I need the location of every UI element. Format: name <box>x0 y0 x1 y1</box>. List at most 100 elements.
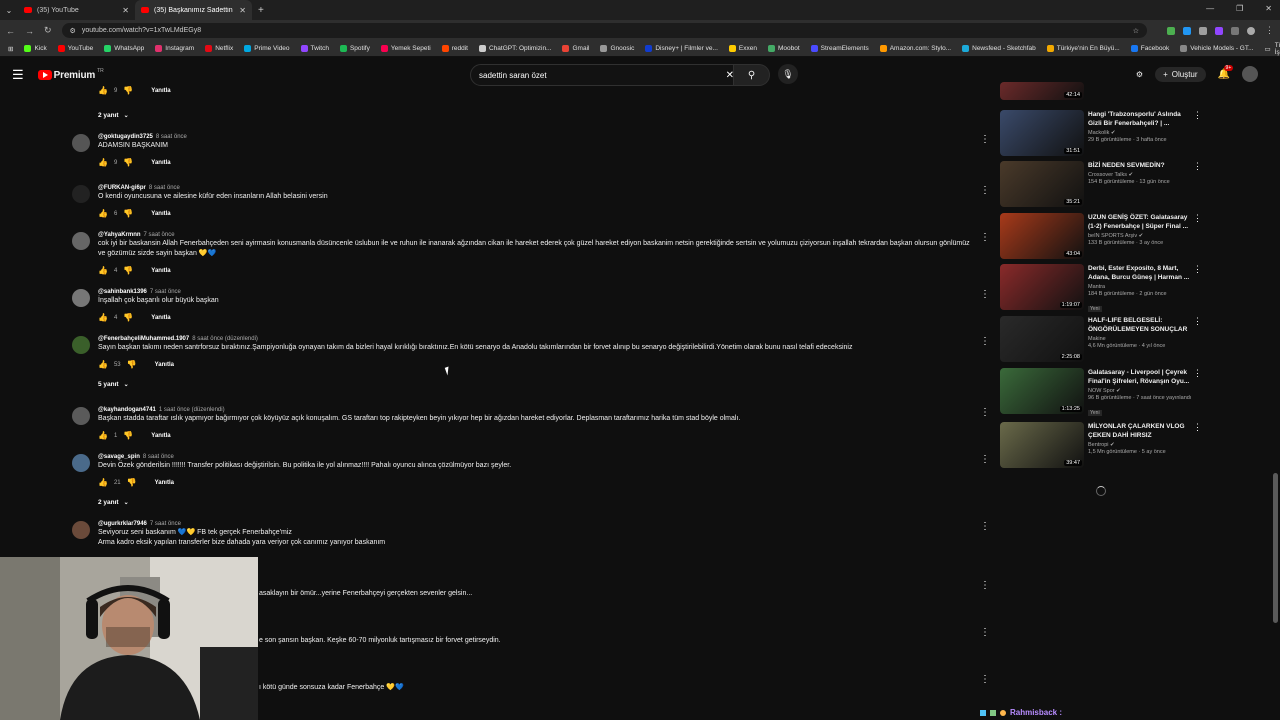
bookmark-item[interactable]: Instagram <box>155 45 194 52</box>
more-actions-icon[interactable]: ⋮ <box>980 454 990 465</box>
more-actions-icon[interactable]: ⋮ <box>1193 422 1202 433</box>
more-actions-icon[interactable]: ⋮ <box>1193 316 1202 327</box>
thumb-down-icon[interactable]: 👎 <box>123 209 133 218</box>
comment-time[interactable]: 7 saat önce <box>144 232 175 238</box>
video-thumbnail[interactable]: 2:25:08 <box>1000 316 1084 362</box>
bookmark-item[interactable]: YouTube <box>57 45 93 52</box>
more-actions-icon[interactable]: ⋮ <box>980 134 990 145</box>
extension-icon[interactable] <box>1167 26 1175 35</box>
replies-toggle-button[interactable]: 2 yanıt ⌄ <box>98 112 129 119</box>
tab-search-icon[interactable]: ⌄ <box>0 6 18 15</box>
avatar[interactable] <box>72 454 90 472</box>
browser-tab-0[interactable]: (35) YouTube ✕ <box>18 0 135 20</box>
bookmark-item[interactable]: Amazon.com: Stylo... <box>879 45 951 52</box>
channel-name[interactable]: Makine <box>1088 336 1192 342</box>
bookmark-item[interactable]: Twitch <box>300 45 329 52</box>
bookmark-item[interactable]: StreamElements <box>810 45 869 52</box>
reload-icon[interactable]: ↻ <box>44 25 52 36</box>
extension-icon[interactable] <box>1199 26 1207 35</box>
apps-grid-icon[interactable]: ⊞ <box>8 45 13 53</box>
comment-author[interactable]: @FenerbahçeliMuhammed.1907 <box>98 336 189 342</box>
restore-icon[interactable]: ❐ <box>1236 4 1243 13</box>
comment-time[interactable]: 8 saat önce <box>156 134 187 140</box>
comment-author[interactable]: @ugurkrklar7946 <box>98 521 147 527</box>
more-actions-icon[interactable]: ⋮ <box>980 627 990 638</box>
video-card[interactable]: 2:25:08 HALF-LIFE BELGESELİ: ÖNGÖRÜLEMEYE… <box>1000 316 1210 362</box>
bookmark-item[interactable]: Netflix <box>205 45 233 52</box>
create-button[interactable]: + Oluştur <box>1155 66 1206 82</box>
extension-icon[interactable] <box>1183 26 1191 35</box>
thumb-up-icon[interactable]: 👍 <box>98 209 108 218</box>
menu-icon[interactable]: ☰ <box>12 67 24 83</box>
reply-button[interactable]: Yanıtla <box>155 362 174 368</box>
extension-icon[interactable] <box>1215 26 1223 35</box>
bookmark-item[interactable]: ChatGPT: Optimizin... <box>478 45 551 52</box>
cast-icon[interactable]: ⚙ <box>1136 70 1143 79</box>
comment-author[interactable]: @kayhandogan4741 <box>98 407 156 413</box>
more-actions-icon[interactable]: ⋮ <box>1193 161 1202 172</box>
comment-time[interactable]: 1 saat önce (düzenlendi) <box>159 407 225 413</box>
comment-author[interactable]: @FURKAN-gi6pr <box>98 185 146 191</box>
account-avatar[interactable] <box>1242 66 1258 82</box>
more-actions-icon[interactable]: ⋮ <box>1193 213 1202 224</box>
more-actions-icon[interactable]: ⋮ <box>1193 368 1202 379</box>
video-card[interactable]: 1:13:25 Galatasaray - Liverpool | Çeyrek … <box>1000 368 1210 416</box>
more-actions-icon[interactable]: ⋮ <box>980 407 990 418</box>
thumb-up-icon[interactable]: 👍 <box>98 86 108 95</box>
thumb-up-icon[interactable]: 👍 <box>98 478 108 487</box>
avatar[interactable] <box>72 407 90 425</box>
bookmark-item[interactable]: Türkiye'nin En Büyü... <box>1046 45 1120 52</box>
avatar[interactable] <box>72 185 90 203</box>
comment-time[interactable]: 8 saat önce (düzenlendi) <box>192 336 258 342</box>
bookmark-item[interactable]: Prime Video <box>244 45 290 52</box>
avatar[interactable] <box>72 289 90 307</box>
tab-close-icon[interactable]: ✕ <box>239 6 246 15</box>
more-actions-icon[interactable]: ⋮ <box>980 674 990 685</box>
thumb-down-icon[interactable]: 👎 <box>123 313 133 322</box>
bookmark-item[interactable]: Exxen <box>728 45 757 52</box>
video-title[interactable]: Galatasaray - Liverpool | Çeyrek Final'i… <box>1088 368 1192 386</box>
video-title[interactable]: HALF-LIFE BELGESELİ: ÖNGÖRÜLEMEYEN SONUÇ… <box>1088 316 1192 334</box>
comment-time[interactable]: 7 saat önce <box>150 289 181 295</box>
address-bar[interactable]: ⚙ youtube.com/watch?v=1xTwLMdEGy8 ☆ <box>61 23 1147 38</box>
channel-name[interactable]: beIN SPORTS Arşiv ✔ <box>1088 233 1192 239</box>
video-title[interactable]: BİZİ NEDEN SEVMEDİN? <box>1088 161 1192 170</box>
reply-button[interactable]: Yanıtla <box>151 160 170 166</box>
thumb-up-icon[interactable]: 👍 <box>98 266 108 275</box>
comment-author[interactable]: @savage_spin <box>98 454 140 460</box>
bookmark-item[interactable]: reddit <box>441 45 468 52</box>
thumb-down-icon[interactable]: 👎 <box>127 360 137 369</box>
all-bookmarks[interactable]: ▭Tüm Yer İşaretleri <box>1265 42 1280 56</box>
video-title[interactable]: Derbi, Ester Exposito, 8 Mart, Adana, Bu… <box>1088 264 1192 282</box>
thumb-down-icon[interactable]: 👎 <box>127 478 137 487</box>
page-scrollbar[interactable] <box>1273 88 1278 718</box>
browser-menu-icon[interactable]: ⋮ <box>1265 25 1274 36</box>
video-title[interactable]: Hangi 'Trabzonsporlu' Aslında Gizli Bir … <box>1088 110 1192 128</box>
thumb-down-icon[interactable]: 👎 <box>123 266 133 275</box>
bookmark-item[interactable]: Spotify <box>339 45 370 52</box>
reply-button[interactable]: Yanıtla <box>151 268 170 274</box>
video-card[interactable]: 35:21 BİZİ NEDEN SEVMEDİN? Crossover Talks… <box>1000 161 1210 207</box>
video-card[interactable]: 39:47 MİLYONLAR ÇALARKEN VLOG ÇEKEN DAHİ … <box>1000 422 1210 468</box>
comment-time[interactable]: 8 saat önce <box>149 185 180 191</box>
more-actions-icon[interactable]: ⋮ <box>980 185 990 196</box>
channel-name[interactable]: Crossover Talks ✔ <box>1088 172 1192 178</box>
avatar[interactable] <box>72 521 90 539</box>
thumb-down-icon[interactable]: 👎 <box>123 158 133 167</box>
video-title[interactable]: MİLYONLAR ÇALARKEN VLOG ÇEKEN DAHİ HIRSI… <box>1088 422 1192 440</box>
video-card[interactable]: 43:04 UZUN GENİŞ ÖZET: Galatasaray (1-2) … <box>1000 213 1210 259</box>
avatar[interactable] <box>72 134 90 152</box>
video-card[interactable]: 31:51 Hangi 'Trabzonsporlu' Aslında Gizli… <box>1000 110 1210 156</box>
reply-button[interactable]: Yanıtla <box>151 88 170 94</box>
youtube-logo[interactable]: Premium TR <box>37 68 104 81</box>
back-icon[interactable]: ← <box>6 26 15 36</box>
more-actions-icon[interactable]: ⋮ <box>1193 110 1202 121</box>
scrollbar-thumb[interactable] <box>1273 473 1278 623</box>
channel-name[interactable]: NOW Spor ✔ <box>1088 388 1192 394</box>
profile-icon[interactable] <box>1247 26 1255 35</box>
bookmark-item[interactable]: WhatsApp <box>104 45 144 52</box>
bookmark-item[interactable]: Newsfeed - Sketchfab <box>962 45 1036 52</box>
replies-toggle-button[interactable]: 2 yanıt ⌄ <box>98 499 129 506</box>
more-actions-icon[interactable]: ⋮ <box>980 521 990 532</box>
reply-button[interactable]: Yanıtla <box>151 315 170 321</box>
